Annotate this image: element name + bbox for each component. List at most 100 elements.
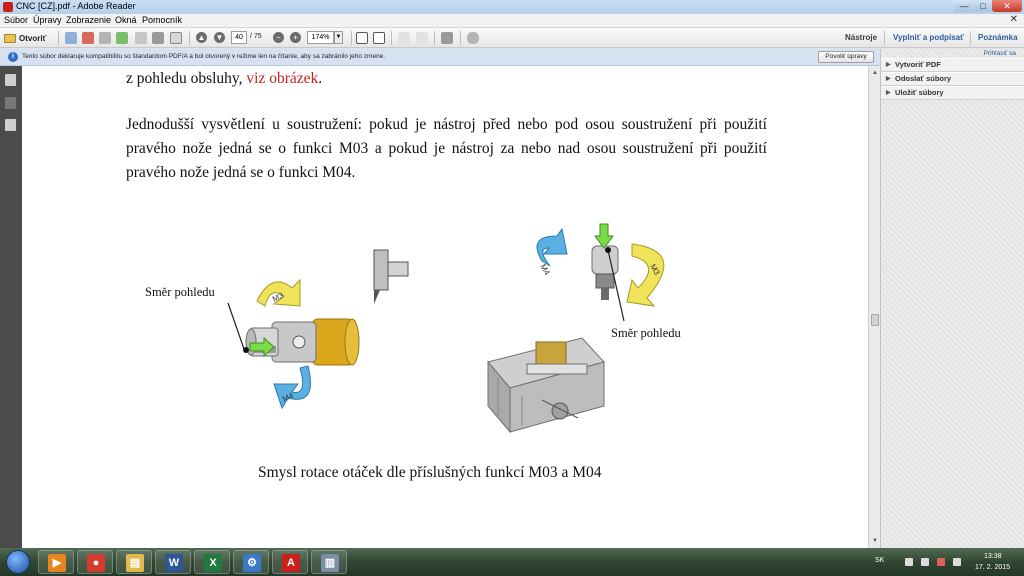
taskbar-app-media-player[interactable]: ▶ bbox=[38, 550, 74, 574]
scroll-down-icon[interactable]: ▼ bbox=[870, 536, 880, 546]
network-icon[interactable] bbox=[921, 558, 929, 566]
next-page-icon[interactable]: ▼ bbox=[214, 32, 225, 43]
zoom-out-icon[interactable]: − bbox=[273, 32, 284, 43]
toolbar-separator bbox=[460, 31, 461, 45]
fill-sign-tab[interactable]: Vyplniť a podpísať bbox=[893, 33, 964, 42]
document-page[interactable]: z pohledu obsluhy, viz obrázek. Jednoduš… bbox=[22, 66, 868, 548]
clock-time[interactable]: 13:38 bbox=[984, 553, 1002, 560]
scroll-thumb[interactable] bbox=[871, 314, 879, 326]
info-icon: i bbox=[8, 52, 18, 62]
create-pdf-icon[interactable] bbox=[65, 32, 77, 44]
lathe-chuck-illustration: M3 M4 bbox=[227, 278, 360, 410]
signatures-panel-icon[interactable] bbox=[5, 97, 16, 109]
print-icon[interactable] bbox=[152, 32, 164, 44]
window-title: CNC [CZ].pdf - Adobe Reader bbox=[16, 1, 136, 11]
taskbar-app-word[interactable]: W bbox=[155, 550, 191, 574]
zoom-in-icon[interactable]: + bbox=[290, 32, 301, 43]
expand-icon[interactable] bbox=[441, 32, 453, 44]
volume-icon[interactable] bbox=[953, 558, 961, 566]
save-icon[interactable] bbox=[135, 32, 147, 44]
toolbar-separator bbox=[434, 31, 435, 45]
comment-tab[interactable]: Poznámka bbox=[978, 33, 1018, 42]
expand-arrow-icon: ▶ bbox=[886, 76, 891, 82]
title-bar: CNC [CZ].pdf - Adobe Reader — □ ✕ bbox=[0, 0, 1024, 14]
hand-tool-icon[interactable] bbox=[467, 32, 479, 44]
navigation-pane bbox=[0, 66, 22, 548]
machine-vise-illustration bbox=[487, 337, 605, 434]
open-button[interactable]: Otvoriť bbox=[4, 31, 46, 45]
toolbar-separator bbox=[351, 31, 352, 45]
info-message: Tento súbor deklaruje kompatibilitu so š… bbox=[22, 53, 386, 60]
media-player-icon: ▶ bbox=[48, 554, 66, 572]
share-cloud-icon[interactable] bbox=[116, 32, 128, 44]
start-button[interactable] bbox=[6, 550, 30, 574]
edit-icon[interactable] bbox=[99, 32, 111, 44]
tools-tab[interactable]: Nástroje bbox=[845, 33, 877, 42]
taskbar-app-excel[interactable]: X bbox=[194, 550, 230, 574]
sign-in-link[interactable]: Prihlásiť sa bbox=[984, 50, 1016, 57]
zoom-dropdown-icon[interactable]: ▼ bbox=[334, 31, 343, 44]
acrobat-icon[interactable] bbox=[82, 32, 94, 44]
close-button[interactable]: ✕ bbox=[992, 0, 1022, 12]
explorer-icon: ▤ bbox=[126, 554, 144, 572]
pages-panel-icon[interactable] bbox=[5, 74, 16, 86]
previous-page-icon[interactable]: ▲ bbox=[196, 32, 207, 43]
windows-taskbar: ▶ ● ▤ W X ⚙ A ▥ SK 13:38 17. 2. 2015 bbox=[0, 548, 1024, 576]
taskbar-app-explorer[interactable]: ▤ bbox=[116, 550, 152, 574]
milling-spindle-illustration: M4 M3 bbox=[536, 223, 665, 322]
taskbar-app-control-panel[interactable]: ⚙ bbox=[233, 550, 269, 574]
notepad-icon: ▥ bbox=[321, 554, 339, 572]
fit-width-icon[interactable] bbox=[373, 32, 385, 44]
figure-caption: Smysl rotace otáček dle příslušných funk… bbox=[258, 464, 602, 481]
toolbar-separator bbox=[58, 31, 59, 45]
clock-date[interactable]: 17. 2. 2015 bbox=[975, 564, 1010, 571]
minimize-button[interactable]: — bbox=[954, 0, 974, 12]
show-hidden-icons-icon[interactable] bbox=[905, 558, 913, 566]
toolbar-separator bbox=[970, 31, 971, 45]
menu-bar: Súbor Úpravy Zobrazenie Okná Pomocník ✕ bbox=[0, 14, 1024, 28]
sign-icon[interactable] bbox=[398, 32, 410, 44]
menu-help[interactable]: Pomocník bbox=[142, 15, 182, 25]
menu-edit[interactable]: Úpravy bbox=[33, 15, 62, 25]
enable-editing-button[interactable]: Povoliť úpravy bbox=[818, 51, 874, 63]
store-files-item[interactable]: ▶ Uložiť súbory bbox=[881, 86, 1024, 100]
send-files-item[interactable]: ▶ Odoslať súbory bbox=[881, 72, 1024, 86]
attachments-panel-icon[interactable] bbox=[5, 119, 16, 131]
fit-page-icon[interactable] bbox=[356, 32, 368, 44]
toolbar: Otvoriť ▲ ▼ 40 / 75 − + 174% ▼ Nástroje … bbox=[0, 28, 1024, 48]
taskbar-app-chrome[interactable]: ● bbox=[77, 550, 113, 574]
language-indicator[interactable]: SK bbox=[875, 557, 884, 564]
open-label: Otvoriť bbox=[19, 33, 47, 43]
taskbar-app-notepad[interactable]: ▥ bbox=[311, 550, 347, 574]
email-icon[interactable] bbox=[170, 32, 182, 44]
send-files-label: Odoslať súbory bbox=[895, 74, 952, 83]
document-close-icon[interactable]: ✕ bbox=[1010, 14, 1018, 25]
maximize-button[interactable]: □ bbox=[974, 0, 992, 12]
adobe-reader-window: CNC [CZ].pdf - Adobe Reader — □ ✕ Súbor … bbox=[0, 0, 1024, 576]
menu-window[interactable]: Okná bbox=[115, 15, 137, 25]
adobe-reader-icon: A bbox=[282, 554, 300, 572]
excel-icon: X bbox=[204, 554, 222, 572]
zoom-input[interactable]: 174% bbox=[307, 31, 334, 44]
pdfa-info-bar: i Tento súbor deklaruje kompatibilitu so… bbox=[0, 49, 880, 66]
store-files-label: Uložiť súbory bbox=[895, 88, 944, 97]
toolbar-separator bbox=[391, 31, 392, 45]
adobe-reader-icon bbox=[3, 2, 13, 12]
taskbar-app-adobe-reader[interactable]: A bbox=[272, 550, 308, 574]
m4-arrow-label-right: M4 bbox=[538, 263, 552, 278]
expand-arrow-icon: ▶ bbox=[886, 90, 891, 96]
chrome-icon: ● bbox=[87, 554, 105, 572]
view-direction-label-left: Směr pohledu bbox=[145, 285, 215, 299]
create-pdf-item[interactable]: ▶ Vytvoriť PDF bbox=[881, 58, 1024, 72]
word-icon: W bbox=[165, 554, 183, 572]
menu-view[interactable]: Zobrazenie bbox=[66, 15, 111, 25]
toolbar-separator bbox=[189, 31, 190, 45]
vertical-scrollbar[interactable]: ▲ ▼ bbox=[868, 66, 880, 548]
lathe-tool-illustration bbox=[373, 249, 409, 304]
highlight-icon[interactable] bbox=[416, 32, 428, 44]
create-pdf-label: Vytvoriť PDF bbox=[895, 60, 941, 69]
scroll-up-icon[interactable]: ▲ bbox=[870, 68, 880, 78]
action-center-icon[interactable] bbox=[937, 558, 945, 566]
page-number-input[interactable]: 40 bbox=[231, 31, 247, 44]
menu-file[interactable]: Súbor bbox=[4, 15, 28, 25]
